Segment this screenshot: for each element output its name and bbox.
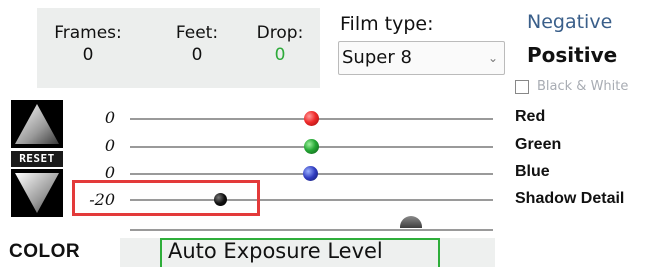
green-label: Green <box>515 136 562 153</box>
triangle-up-icon <box>15 104 59 144</box>
reset-button[interactable]: RESET <box>11 151 63 167</box>
black-white-checkbox[interactable] <box>515 79 529 94</box>
red-label: Red <box>515 108 546 125</box>
feet-value: 0 <box>191 45 203 65</box>
auto-exposure-slider-track[interactable] <box>130 229 493 231</box>
decrease-button[interactable] <box>11 169 63 217</box>
auto-exposure-slider-handle[interactable] <box>400 216 422 228</box>
black-white-checkbox-row[interactable]: Black & White <box>515 79 628 94</box>
section-title: COLOR <box>9 241 81 262</box>
negative-option[interactable]: Negative <box>527 11 612 33</box>
shadow-detail-label: Shadow Detail <box>515 190 625 207</box>
blue-label: Blue <box>515 163 550 180</box>
positive-option[interactable]: Positive <box>527 43 617 67</box>
feet-counter: Feet: 0 <box>157 22 237 66</box>
chevron-down-icon: ⌄ <box>487 51 498 65</box>
blue-slider-handle[interactable] <box>303 166 318 181</box>
film-type-selected: Super 8 <box>342 47 412 68</box>
frames-label: Frames: <box>54 23 122 43</box>
drop-value: 0 <box>274 45 286 65</box>
green-value: 0 <box>104 136 115 155</box>
black-white-label: Black & White <box>537 79 629 94</box>
red-value: 0 <box>104 108 115 127</box>
film-type-label: Film type: <box>340 13 434 35</box>
frames-counter: Frames: 0 <box>47 22 129 66</box>
increase-button[interactable] <box>11 100 63 148</box>
counter-panel: Frames: 0 Feet: 0 Drop: 0 <box>37 8 320 88</box>
green-slider-handle[interactable] <box>304 139 319 154</box>
red-slider-handle[interactable] <box>304 111 319 126</box>
drop-counter: Drop: 0 <box>245 22 315 66</box>
drop-label: Drop: <box>256 23 304 43</box>
film-type-select[interactable]: Super 8 ⌄ <box>338 41 505 75</box>
frames-value: 0 <box>82 45 94 65</box>
triangle-down-icon <box>15 173 59 213</box>
shadow-detail-highlight <box>72 180 260 216</box>
auto-exposure-label: Auto Exposure Level <box>168 239 383 263</box>
feet-label: Feet: <box>175 23 219 43</box>
